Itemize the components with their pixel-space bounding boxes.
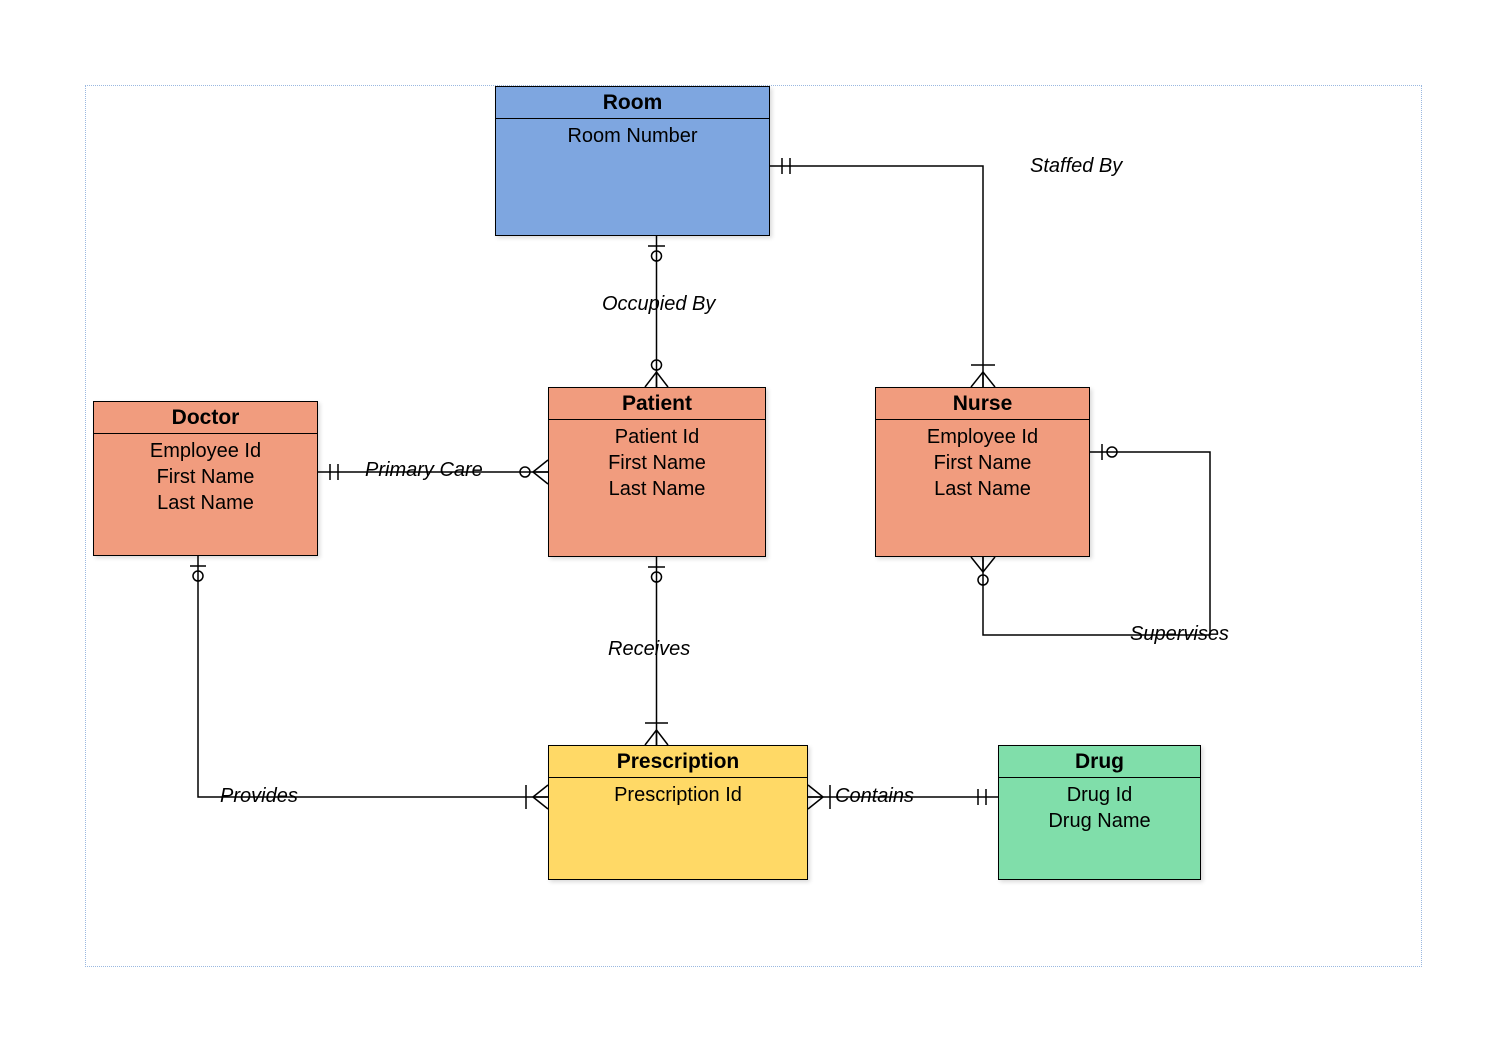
entity-drug-attrs: Drug Id Drug Name bbox=[999, 778, 1200, 840]
rel-label-occupied-by: Occupied By bbox=[602, 293, 715, 316]
rel-label-staffed-by: Staffed By bbox=[1030, 155, 1122, 178]
rel-label-primary-care: Primary Care bbox=[365, 459, 483, 482]
entity-drug[interactable]: Drug Drug Id Drug Name bbox=[998, 745, 1201, 880]
entity-doctor[interactable]: Doctor Employee Id First Name Last Name bbox=[93, 401, 318, 556]
attr: Patient Id bbox=[549, 424, 765, 450]
attr: Drug Id bbox=[999, 782, 1200, 808]
entity-room[interactable]: Room Room Number bbox=[495, 86, 770, 236]
rel-label-supervises: Supervises bbox=[1130, 623, 1229, 646]
attr: Room Number bbox=[496, 123, 769, 149]
attr: Employee Id bbox=[876, 424, 1089, 450]
rel-label-provides: Provides bbox=[220, 785, 298, 808]
entity-nurse[interactable]: Nurse Employee Id First Name Last Name bbox=[875, 387, 1090, 557]
entity-prescription-title: Prescription bbox=[549, 746, 807, 778]
attr: Prescription Id bbox=[549, 782, 807, 808]
attr: Last Name bbox=[549, 476, 765, 502]
attr: Last Name bbox=[94, 490, 317, 516]
attr: Last Name bbox=[876, 476, 1089, 502]
entity-room-title: Room bbox=[496, 87, 769, 119]
entity-nurse-title: Nurse bbox=[876, 388, 1089, 420]
attr: Employee Id bbox=[94, 438, 317, 464]
entity-drug-title: Drug bbox=[999, 746, 1200, 778]
entity-patient-title: Patient bbox=[549, 388, 765, 420]
rel-label-receives: Receives bbox=[608, 638, 690, 661]
attr: Drug Name bbox=[999, 808, 1200, 834]
entity-patient[interactable]: Patient Patient Id First Name Last Name bbox=[548, 387, 766, 557]
attr: First Name bbox=[876, 450, 1089, 476]
entity-doctor-attrs: Employee Id First Name Last Name bbox=[94, 434, 317, 522]
attr: First Name bbox=[549, 450, 765, 476]
entity-patient-attrs: Patient Id First Name Last Name bbox=[549, 420, 765, 508]
entity-prescription-attrs: Prescription Id bbox=[549, 778, 807, 814]
entity-nurse-attrs: Employee Id First Name Last Name bbox=[876, 420, 1089, 508]
entity-room-attrs: Room Number bbox=[496, 119, 769, 155]
entity-doctor-title: Doctor bbox=[94, 402, 317, 434]
rel-label-contains: Contains bbox=[835, 785, 914, 808]
attr: First Name bbox=[94, 464, 317, 490]
entity-prescription[interactable]: Prescription Prescription Id bbox=[548, 745, 808, 880]
